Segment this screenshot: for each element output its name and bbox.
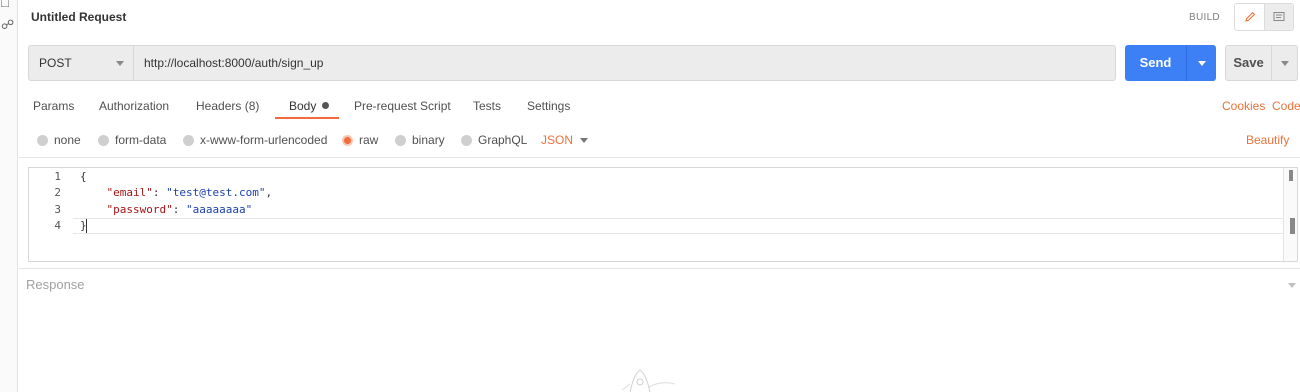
json-key: "email"	[106, 186, 153, 199]
scroll-thumb[interactable]	[1289, 170, 1293, 181]
chevron-down-icon	[1198, 61, 1206, 66]
url-input[interactable]: http://localhost:8000/auth/sign_up	[133, 45, 1116, 81]
body-type-binary[interactable]: binary	[395, 133, 445, 147]
radio-icon	[98, 134, 109, 146]
resize-handle[interactable]	[1290, 218, 1295, 234]
rocket-illustration	[621, 369, 676, 392]
method-value: POST	[39, 56, 72, 70]
body-type-none[interactable]: none	[37, 133, 81, 147]
divider	[19, 157, 1300, 158]
radio-icon	[461, 134, 472, 146]
body-type-urlencoded[interactable]: x-www-form-urlencoded	[183, 133, 327, 147]
json-comma: ,	[265, 186, 273, 199]
save-options-button[interactable]	[1271, 46, 1298, 80]
body-type-graphql[interactable]: GraphQL	[461, 133, 527, 147]
radio-icon	[395, 134, 406, 146]
radio-selected-icon	[342, 134, 353, 146]
body-type-label: none	[54, 133, 81, 147]
comments-button[interactable]	[1264, 4, 1293, 30]
request-title[interactable]: Untitled Request	[31, 10, 126, 24]
chevron-down-icon[interactable]	[580, 138, 588, 143]
line-number: 3	[54, 203, 61, 216]
code-link[interactable]: Code	[1272, 99, 1300, 113]
response-label: Response	[26, 277, 85, 292]
json-separator: :	[152, 186, 167, 199]
line-number: 1	[54, 170, 61, 183]
json-string: "aaaaaaaa"	[185, 203, 253, 216]
body-type-raw[interactable]: raw	[342, 133, 378, 147]
body-type-label: GraphQL	[478, 133, 528, 147]
line-number: 2	[54, 186, 61, 199]
body-type-label: binary	[412, 133, 445, 147]
tab-body-label: Body	[289, 99, 317, 113]
tab-authorization[interactable]: Authorization	[99, 99, 169, 113]
body-editor[interactable]: 1 2 3 4 { "email": "test@test.com", "pas…	[28, 167, 1298, 262]
editor-scrollbar[interactable]	[1283, 168, 1297, 261]
pencil-icon	[1244, 11, 1255, 22]
code-line: "email": "test@test.com",	[80, 186, 273, 199]
send-label: Send	[1139, 55, 1172, 70]
send-button[interactable]: Send	[1125, 45, 1216, 81]
postman-request-page: □ ☍ Untitled Request BUILD POST http://l…	[0, 0, 1300, 392]
tab-body[interactable]: Body	[289, 99, 330, 113]
chevron-down-icon	[1281, 61, 1289, 66]
divider	[19, 268, 1300, 269]
edit-mode-button[interactable]	[1235, 4, 1264, 30]
chevron-down-icon[interactable]	[1288, 283, 1296, 288]
tab-params[interactable]: Params	[33, 99, 74, 113]
modified-dot-icon	[322, 102, 330, 109]
radio-icon	[37, 134, 48, 146]
active-line-highlight	[73, 218, 1283, 234]
brace: {	[80, 170, 87, 183]
code-line: {	[80, 170, 87, 183]
chevron-down-icon	[116, 61, 124, 66]
radio-icon	[183, 134, 194, 146]
text-cursor	[86, 219, 87, 233]
left-rail: □ ☍	[0, 0, 18, 392]
json-string: "test@test.com"	[166, 186, 266, 199]
active-tab-indicator	[275, 117, 339, 119]
build-mode-label: BUILD	[1189, 12, 1220, 23]
body-type-label: x-www-form-urlencoded	[200, 133, 328, 147]
save-button[interactable]: Save	[1225, 45, 1298, 81]
tab-tests[interactable]: Tests	[473, 99, 501, 113]
tab-headers[interactable]: Headers (8)	[196, 99, 259, 113]
raw-format-select[interactable]: JSON	[541, 133, 573, 147]
tab-pre-request-script[interactable]: Pre-request Script	[354, 99, 451, 113]
save-label: Save	[1233, 55, 1264, 70]
tab-settings[interactable]: Settings	[527, 99, 570, 113]
collapse-icon[interactable]: □	[1, 0, 9, 9]
body-type-form-data[interactable]: form-data	[98, 133, 166, 147]
comment-icon	[1273, 12, 1285, 21]
mode-toggle	[1234, 3, 1294, 31]
line-gutter: 1 2 3 4	[29, 168, 73, 261]
body-type-label: raw	[359, 133, 379, 147]
body-type-label: form-data	[115, 133, 167, 147]
send-options-button[interactable]	[1186, 45, 1216, 81]
line-number: 4	[54, 219, 61, 232]
method-select[interactable]: POST	[28, 45, 134, 81]
cookies-link[interactable]: Cookies	[1222, 99, 1265, 113]
json-key: "password"	[106, 203, 173, 216]
share-icon[interactable]: ☍	[1, 18, 14, 31]
json-separator: :	[172, 203, 186, 216]
code-line: "password": "aaaaaaaa"	[80, 203, 253, 216]
beautify-link[interactable]: Beautify	[1246, 133, 1289, 147]
